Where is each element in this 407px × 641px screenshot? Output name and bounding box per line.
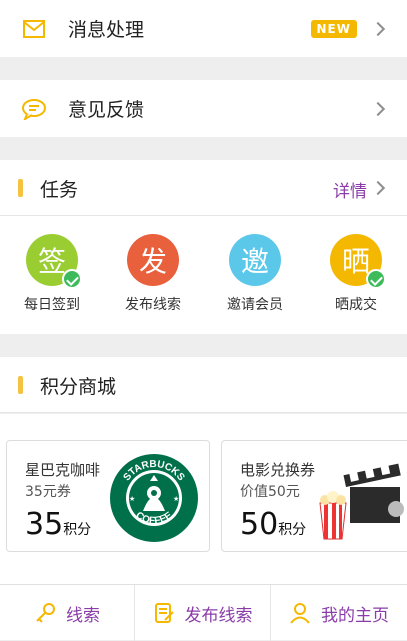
- checkmark-icon: [366, 269, 386, 289]
- svg-text:★: ★: [129, 495, 135, 503]
- section-marker: [18, 179, 23, 197]
- task-label: 晒成交: [335, 297, 377, 313]
- shop-header: 积分商城: [0, 357, 407, 413]
- card-subtitle: 35元券: [25, 484, 71, 500]
- tab-label: 线索: [66, 605, 100, 626]
- starbucks-logo-icon: STARBUCKS COFFEE ★ ★: [109, 453, 199, 547]
- tab-leads[interactable]: 线索: [0, 585, 135, 641]
- shop-card-starbucks[interactable]: 星巴克咖啡 35元券 35积分 STARBUCKS COFFEE ★ ★: [6, 440, 210, 552]
- svg-text:★: ★: [173, 495, 179, 503]
- card-name: 星巴克咖啡: [25, 461, 101, 479]
- task-label: 发布线索: [125, 297, 181, 313]
- tab-publish-lead[interactable]: 发布线索: [135, 585, 271, 641]
- tasks-details-link[interactable]: 详情: [333, 177, 367, 202]
- chevron-right-icon: [370, 21, 386, 36]
- card-name: 电影兑换券: [240, 461, 316, 479]
- menu-item-feedback[interactable]: 意见反馈: [0, 80, 407, 137]
- task-icon: 邀: [229, 234, 281, 286]
- menu-item-label: 消息处理: [68, 19, 145, 41]
- tasks-header: 任务 详情: [0, 160, 407, 216]
- task-icon: 签: [26, 234, 82, 289]
- key-icon: [34, 602, 56, 624]
- task-invite-member[interactable]: 邀 邀请会员: [205, 234, 305, 314]
- envelope-icon: [20, 15, 48, 43]
- section-marker: [18, 376, 23, 394]
- task-daily-checkin[interactable]: 签 每日签到: [2, 234, 102, 314]
- menu-item-label: 意见反馈: [68, 99, 145, 121]
- checkmark-icon: [62, 269, 82, 289]
- menu-item-messages[interactable]: 消息处理 NEW: [0, 0, 407, 57]
- task-label: 每日签到: [24, 297, 80, 313]
- task-icon: 发: [127, 234, 179, 286]
- card-points: 50积分: [240, 507, 307, 542]
- chat-bubble-icon: [20, 95, 48, 123]
- shop-card-movie[interactable]: 电影兑换券 价值50元 50积分: [221, 440, 407, 552]
- user-icon: [289, 602, 311, 624]
- shop-carousel: 星巴克咖啡 35元券 35积分 STARBUCKS COFFEE ★ ★ 电影兑…: [0, 414, 407, 584]
- tab-my-home[interactable]: 我的主页: [271, 585, 407, 641]
- task-label: 邀请会员: [227, 297, 283, 313]
- task-icon: 晒: [330, 234, 386, 289]
- edit-document-icon: [153, 602, 175, 624]
- card-points: 35积分: [25, 507, 92, 542]
- task-grid: 签 每日签到 发 发布线索 邀 邀请会员 晒 晒成交: [0, 216, 407, 334]
- tab-label: 我的主页: [321, 605, 389, 626]
- section-title: 任务: [40, 179, 79, 201]
- chevron-right-icon: [370, 101, 386, 116]
- chevron-right-icon[interactable]: [370, 180, 386, 196]
- tab-label: 发布线索: [184, 605, 253, 626]
- bottom-tab-bar: 线索 发布线索 我的主页: [0, 584, 407, 641]
- new-badge: NEW: [310, 19, 357, 38]
- popcorn-clapperboard-icon: [316, 463, 407, 547]
- section-title: 积分商城: [40, 376, 117, 398]
- task-share-deal[interactable]: 晒 晒成交: [306, 234, 406, 314]
- task-publish-lead[interactable]: 发 发布线索: [103, 234, 203, 314]
- card-subtitle: 价值50元: [240, 484, 300, 500]
